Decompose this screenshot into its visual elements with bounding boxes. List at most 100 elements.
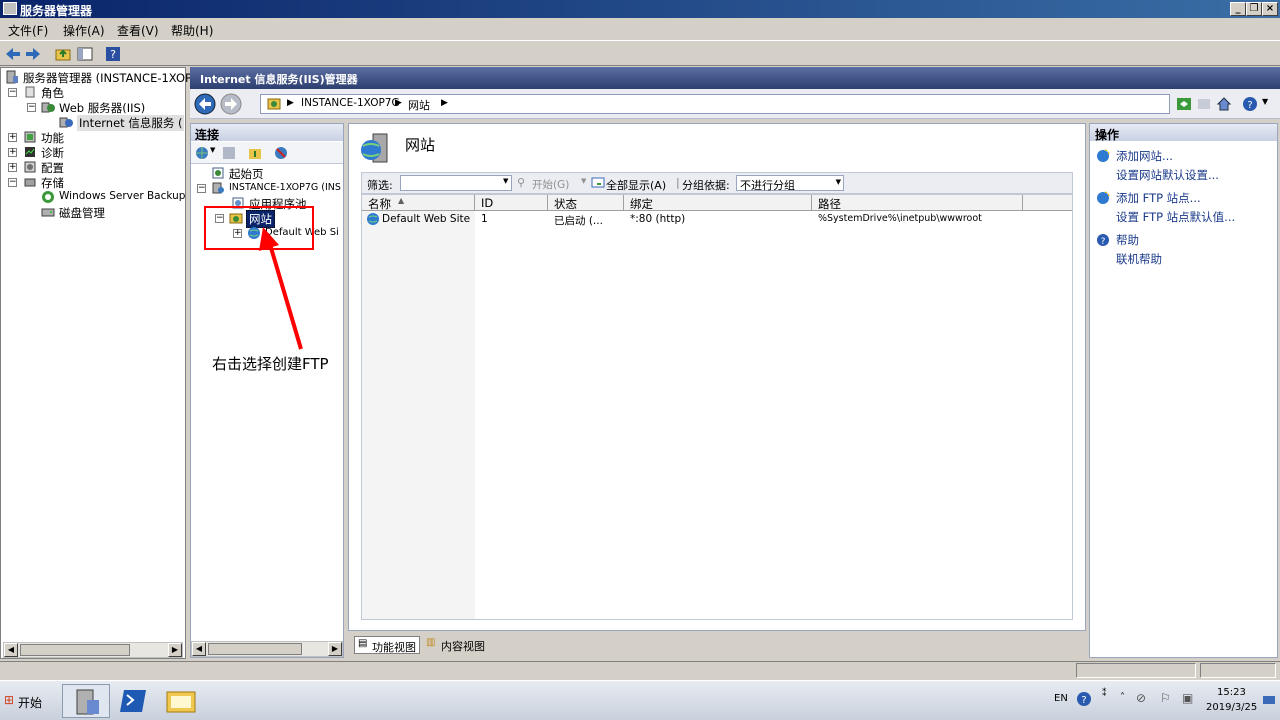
status-bar — [0, 661, 1280, 679]
iis-forward-icon[interactable] — [220, 93, 242, 115]
menu-help[interactable]: 帮助(H) — [171, 22, 213, 39]
online-help-link[interactable]: 联机帮助 — [1116, 251, 1162, 267]
disconnect-icon[interactable] — [273, 145, 289, 161]
tree-roles[interactable]: 角色 — [41, 85, 64, 101]
help-icon[interactable]: ? — [1076, 691, 1092, 707]
monitor-icon[interactable]: ▣ — [1182, 691, 1193, 705]
scroll-right-icon[interactable]: ▶ — [328, 642, 342, 656]
tree-storage[interactable]: 存储 — [41, 175, 64, 191]
scroll-left-icon[interactable]: ◀ — [4, 643, 18, 657]
connections-toolbar: ▼ — [191, 142, 343, 164]
chevron-down-icon[interactable]: ▼ — [581, 177, 586, 185]
breadcrumb-server[interactable]: INSTANCE-1XOP7G — [301, 97, 400, 109]
conn-start-page[interactable]: 起始页 — [229, 166, 264, 182]
menu-view[interactable]: 查看(V) — [117, 22, 159, 39]
chevron-down-icon[interactable]: ▼ — [1262, 97, 1268, 106]
help-dropdown-icon[interactable]: ? — [1242, 96, 1258, 112]
column-name-label: 名称 — [368, 197, 391, 211]
scroll-thumb[interactable] — [208, 643, 302, 655]
flag-icon[interactable]: ⚐ — [1160, 691, 1171, 705]
up-folder-icon[interactable] — [54, 45, 72, 63]
show-hidden-icons-icon[interactable]: ˄ — [1120, 692, 1125, 703]
server-node-icon — [212, 182, 224, 194]
connect-globe-icon[interactable] — [194, 145, 210, 161]
show-all-button[interactable]: 全部显示(A) — [606, 177, 666, 193]
tree-web-server[interactable]: Web 服务器(IIS) — [59, 100, 145, 116]
menu-action[interactable]: 操作(A) — [63, 22, 105, 39]
clock-time[interactable]: 15:23 — [1217, 687, 1246, 698]
help-icon[interactable]: ? — [104, 45, 122, 63]
taskbar-server-manager[interactable] — [62, 684, 110, 718]
iis-back-icon[interactable] — [194, 93, 216, 115]
server-collapse-toggle[interactable]: − — [197, 184, 206, 193]
start-button[interactable]: ⊞ 开始 — [2, 689, 46, 713]
home-icon[interactable] — [1216, 96, 1232, 112]
column-header-path[interactable]: 路径 — [812, 195, 1023, 211]
configuration-expand-toggle[interactable]: + — [8, 163, 17, 172]
add-website-link[interactable]: 添加网站... — [1116, 148, 1173, 164]
column-header-binding[interactable]: 绑定 — [624, 195, 812, 211]
ime-options-icon[interactable]: ⁑ — [1102, 689, 1107, 699]
show-hide-tree-icon[interactable] — [76, 45, 94, 63]
language-indicator[interactable]: EN — [1054, 693, 1068, 704]
column-header-name[interactable]: 名称 ▲ — [362, 195, 475, 211]
server-manager-tree[interactable]: 服务器管理器 (INSTANCE-1XOP7 − 角色 − Web 服务器(II… — [0, 67, 199, 659]
ftp-defaults-link[interactable]: 设置 FTP 站点默认值... — [1116, 209, 1235, 225]
tree-disk-management[interactable]: 磁盘管理 — [59, 205, 105, 221]
conn-server-node[interactable]: INSTANCE-1XOP7G (INS — [229, 182, 341, 193]
back-arrow-icon[interactable] — [4, 45, 22, 63]
powershell-icon — [120, 690, 146, 712]
roles-collapse-toggle[interactable]: − — [8, 88, 17, 97]
stop-icon[interactable] — [1196, 97, 1212, 111]
site-defaults-link[interactable]: 设置网站默认设置... — [1116, 167, 1219, 183]
chevron-down-icon[interactable]: ▼ — [210, 146, 215, 154]
close-button[interactable]: × — [1262, 2, 1278, 16]
taskbar-explorer[interactable] — [158, 684, 206, 718]
restore-button[interactable]: ❐ — [1246, 2, 1262, 16]
features-expand-toggle[interactable]: + — [8, 133, 17, 142]
chevron-down-icon[interactable]: ▼ — [503, 177, 508, 185]
connections-horizontal-scrollbar[interactable]: ◀ ▶ — [191, 641, 343, 657]
scroll-left-icon[interactable]: ◀ — [192, 642, 206, 656]
iis-manager-icon — [59, 117, 73, 128]
tree-features[interactable]: 功能 — [41, 130, 64, 146]
up-folder-icon[interactable] — [247, 145, 263, 161]
column-header-id[interactable]: ID — [475, 195, 548, 211]
save-icon[interactable] — [221, 145, 237, 161]
help-link[interactable]: 帮助 — [1116, 232, 1139, 248]
scroll-thumb[interactable] — [20, 644, 130, 656]
tab-features-view[interactable]: ▤ 功能视图 — [354, 636, 420, 654]
column-header-status[interactable]: 状态 — [548, 195, 624, 211]
web-server-collapse-toggle[interactable]: − — [27, 103, 36, 112]
window-title-bar[interactable]: 服务器管理器 _ ❐ × — [0, 0, 1280, 18]
tree-windows-backup[interactable]: Windows Server Backup — [59, 190, 185, 202]
start-filter-button[interactable]: 开始(G) — [532, 177, 569, 192]
forward-arrow-icon[interactable] — [24, 45, 42, 63]
tree-iis-manager[interactable]: Internet 信息服务 ( — [77, 115, 185, 131]
tree-diagnostics[interactable]: 诊断 — [41, 145, 64, 161]
server-icon — [6, 70, 18, 84]
breadcrumb-sites[interactable]: 网站 — [408, 97, 430, 113]
chevron-down-icon[interactable]: ▼ — [836, 178, 841, 186]
storage-icon — [24, 178, 36, 187]
tab-content-view[interactable]: ▥ 内容视图 — [424, 636, 490, 654]
group-by-select[interactable]: 不进行分组 ▼ — [736, 175, 844, 192]
network-icon[interactable]: ⊘ — [1136, 691, 1146, 705]
clock-date[interactable]: 2019/3/25 — [1206, 702, 1257, 713]
taskbar-powershell[interactable] — [110, 684, 158, 718]
refresh-icon[interactable] — [1176, 97, 1192, 111]
menu-file[interactable]: 文件(F) — [8, 22, 48, 39]
tree-configuration[interactable]: 配置 — [41, 160, 64, 176]
left-pane-horizontal-scrollbar[interactable]: ◀ ▶ — [3, 642, 183, 658]
binoculars-icon[interactable]: ⚲ — [517, 176, 525, 189]
filter-input[interactable] — [400, 175, 512, 191]
scroll-right-icon[interactable]: ▶ — [168, 643, 182, 657]
address-bar[interactable]: ▶ INSTANCE-1XOP7G ▶ 网站 ▶ — [260, 94, 1170, 114]
diagnostics-expand-toggle[interactable]: + — [8, 148, 17, 157]
show-desktop-icon[interactable] — [1262, 693, 1276, 707]
add-ftp-site-link[interactable]: 添加 FTP 站点... — [1116, 190, 1201, 206]
storage-collapse-toggle[interactable]: − — [8, 178, 17, 187]
minimize-button[interactable]: _ — [1230, 2, 1246, 16]
configuration-icon — [24, 161, 36, 173]
tree-root[interactable]: 服务器管理器 (INSTANCE-1XOP7 — [23, 70, 199, 86]
